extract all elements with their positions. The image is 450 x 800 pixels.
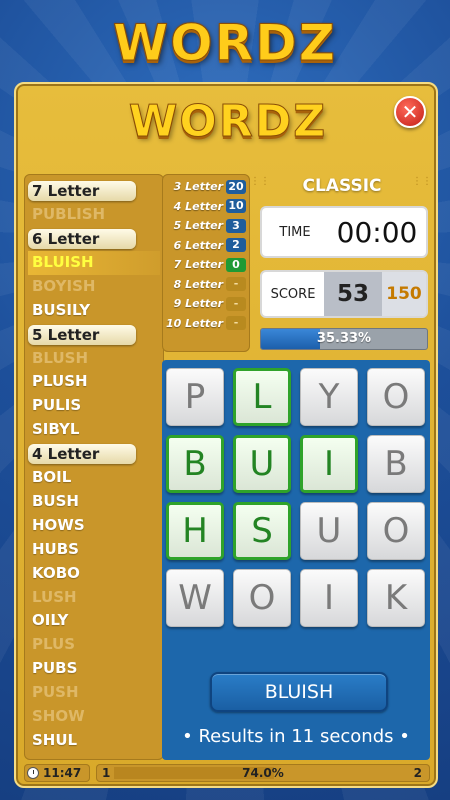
word-list-item[interactable]: PLUS bbox=[28, 633, 160, 657]
score-target: 150 bbox=[382, 272, 426, 316]
letter-count-row: 10 Letter - bbox=[166, 314, 246, 334]
letter-count-badge: 2 bbox=[226, 238, 246, 253]
score-box: SCORE 53 150 bbox=[260, 270, 428, 318]
word-list-item[interactable]: LUSH bbox=[28, 586, 160, 610]
level-progress-bar: 1 74.0% 2 bbox=[96, 764, 430, 782]
word-list-item[interactable]: BOYISH bbox=[28, 275, 160, 299]
level-percent: 74.0% bbox=[242, 766, 284, 780]
letter-count-badge: - bbox=[226, 277, 246, 292]
word-list-header: 5 Letter bbox=[28, 324, 136, 345]
letter-count-label: 5 Letter bbox=[173, 219, 223, 233]
game-mode-title: CLASSIC bbox=[302, 176, 382, 196]
word-list-item[interactable]: PULIS bbox=[28, 394, 160, 418]
progress-label: 35.33% bbox=[316, 331, 372, 346]
word-list-item[interactable]: HUBS bbox=[28, 538, 160, 562]
letter-count-panel: 3 Letter 20 4 Letter 10 5 Letter 3 6 Letter 2 7 … bbox=[162, 174, 250, 352]
panel-logo: WORDZ bbox=[128, 96, 328, 148]
letter-count-row: 7 Letter 0 bbox=[166, 255, 246, 275]
letter-tile[interactable]: O bbox=[233, 569, 291, 627]
results-countdown: • Results in 11 seconds • bbox=[182, 726, 410, 747]
word-list-item[interactable]: BUSILY bbox=[28, 299, 160, 323]
word-list-item[interactable]: HOWS bbox=[28, 514, 160, 538]
letter-count-badge: - bbox=[226, 296, 246, 311]
score-label: SCORE bbox=[270, 286, 316, 302]
letter-tile[interactable]: O bbox=[367, 368, 425, 426]
word-list-item[interactable]: OILY bbox=[28, 609, 160, 633]
clock-icon bbox=[27, 767, 39, 779]
letter-tile[interactable]: H bbox=[166, 502, 224, 560]
level-end: 2 bbox=[413, 766, 422, 780]
letter-count-row: 5 Letter 3 bbox=[166, 216, 246, 236]
close-icon: ✕ bbox=[401, 100, 419, 124]
letter-tile[interactable]: S bbox=[233, 502, 291, 560]
letter-count-label: 6 Letter bbox=[173, 238, 223, 252]
clock-time: 11:47 bbox=[43, 766, 82, 780]
time-label: TIME bbox=[279, 224, 311, 240]
letter-count-label: 7 Letter bbox=[173, 258, 223, 272]
letter-tile[interactable]: K bbox=[367, 569, 425, 627]
score-value: 53 bbox=[324, 272, 382, 316]
letter-tile[interactable]: I bbox=[300, 435, 358, 493]
word-list-item[interactable]: BUSH bbox=[28, 490, 160, 514]
letter-count-row: 6 Letter 2 bbox=[166, 236, 246, 256]
letter-tile[interactable]: B bbox=[166, 435, 224, 493]
close-button[interactable]: ✕ bbox=[394, 96, 426, 128]
letter-count-row: 9 Letter - bbox=[166, 294, 246, 314]
letter-count-label: 3 Letter bbox=[173, 180, 223, 194]
letter-count-badge: - bbox=[226, 316, 246, 331]
tile-grid: PLYOBUIBHSUOWOIK bbox=[166, 368, 428, 627]
word-list-item[interactable]: SHUL bbox=[28, 729, 160, 753]
word-list-header: 6 Letter bbox=[28, 228, 136, 249]
word-list-item[interactable]: PLUSH bbox=[28, 370, 160, 394]
letter-count-label: 10 Letter bbox=[166, 316, 224, 330]
word-list-item[interactable]: KOBO bbox=[28, 562, 160, 586]
word-list-item[interactable]: BLUSH bbox=[28, 347, 160, 371]
letter-count-row: 4 Letter 10 bbox=[166, 197, 246, 217]
letter-tile[interactable]: I bbox=[300, 569, 358, 627]
game-board: PLYOBUIBHSUOWOIK BLUISH • Results in 11 … bbox=[162, 360, 430, 760]
app-logo: WORDZ bbox=[113, 14, 337, 73]
word-list-item[interactable]: SHOW bbox=[28, 705, 160, 729]
current-word-button[interactable]: BLUISH bbox=[210, 672, 388, 712]
letter-tile[interactable]: Y bbox=[300, 368, 358, 426]
grip-icon-left: ⋮⋮ bbox=[250, 176, 270, 187]
time-box: TIME 00:00 bbox=[260, 206, 428, 258]
word-list-item[interactable]: BLUISH bbox=[28, 250, 160, 275]
word-list-item[interactable]: PUBS bbox=[28, 657, 160, 681]
word-list-item[interactable]: BOIL bbox=[28, 466, 160, 490]
letter-tile[interactable]: L bbox=[233, 368, 291, 426]
letter-count-row: 3 Letter 20 bbox=[166, 177, 246, 197]
clock-display: 11:47 bbox=[24, 764, 90, 782]
letter-tile[interactable]: P bbox=[166, 368, 224, 426]
letter-count-badge: 0 bbox=[226, 257, 246, 272]
word-list-item[interactable]: PUBLISH bbox=[28, 203, 160, 227]
game-panel: WORDZ ✕ 7 Letter PUBLISH 6 Letter BLUISH BOY… bbox=[14, 82, 438, 788]
score-progress-bar: 35.33% bbox=[260, 328, 428, 350]
time-value: 00:00 bbox=[336, 215, 418, 249]
letter-tile[interactable]: B bbox=[367, 435, 425, 493]
letter-count-label: 4 Letter bbox=[173, 199, 223, 213]
letter-tile[interactable]: U bbox=[233, 435, 291, 493]
word-list-item[interactable]: PUSH bbox=[28, 681, 160, 705]
word-list-header: 7 Letter bbox=[28, 181, 136, 201]
letter-tile[interactable]: U bbox=[300, 502, 358, 560]
letter-count-label: 8 Letter bbox=[173, 277, 223, 291]
word-list[interactable]: 7 Letter PUBLISH 6 Letter BLUISH BOYISH BUSIL… bbox=[24, 174, 164, 760]
letter-count-label: 9 Letter bbox=[173, 297, 223, 311]
word-list-item[interactable]: SIBYL bbox=[28, 418, 160, 442]
letter-count-badge: 20 bbox=[226, 179, 246, 194]
letter-count-badge: 3 bbox=[226, 218, 246, 233]
letter-count-badge: 10 bbox=[226, 199, 246, 214]
letter-tile[interactable]: O bbox=[367, 502, 425, 560]
letter-tile[interactable]: W bbox=[166, 569, 224, 627]
letter-count-row: 8 Letter - bbox=[166, 275, 246, 295]
word-list-header: 4 Letter bbox=[28, 444, 136, 465]
